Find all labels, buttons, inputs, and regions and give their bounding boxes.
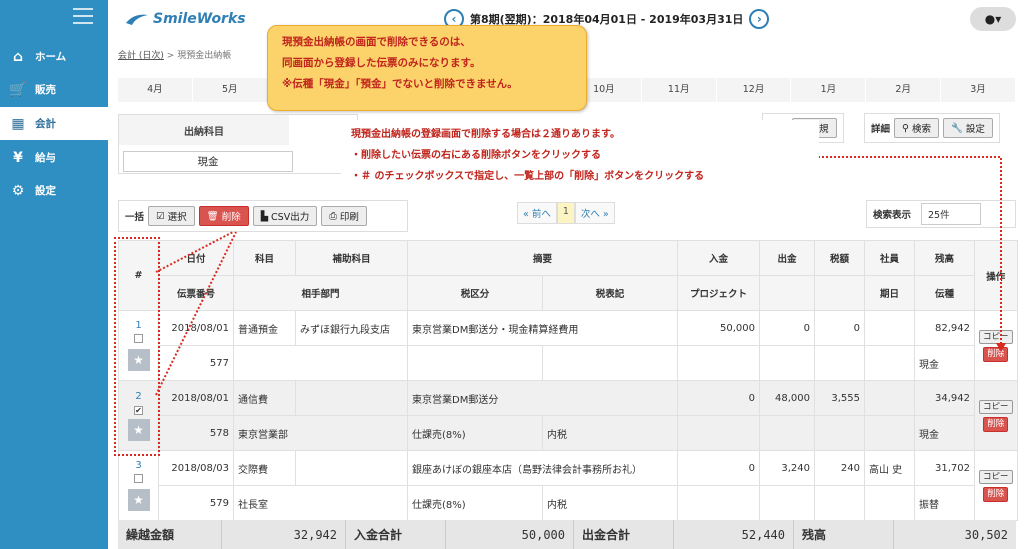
chevron-down-icon: ▾ <box>995 12 1002 26</box>
search-icon: ⚲ <box>902 122 909 134</box>
sidebar-item-settings[interactable]: ⚙ 設定 <box>0 174 108 207</box>
account-header: 出納科目 <box>119 115 289 145</box>
copy-button[interactable]: コピー <box>979 399 1013 414</box>
totals-bar: 繰越金額 32,942 入金合計 50,000 出金合計 52,440 残高 3… <box>118 520 1016 549</box>
next-page-button[interactable]: 次へ » <box>574 202 615 224</box>
current-page[interactable]: 1 <box>556 202 575 224</box>
bulk-delete-button[interactable]: 🗑 削除 <box>198 206 249 226</box>
settings-button[interactable]: 🔧 設定 <box>943 118 993 138</box>
sidebar-item-accounting[interactable]: ▦ 会計 <box>0 107 108 140</box>
table-header-row: # 日付 科目 補助科目 摘要 入金 出金 税額 社員 残高 操作 <box>118 240 1018 311</box>
table-row: 577 現金 <box>119 345 1018 381</box>
transactions-table: # 日付 科目 補助科目 摘要 入金 出金 税額 社員 残高 操作 伝票番号 相… <box>118 240 1018 521</box>
breadcrumb-current: 現預金出納帳 <box>177 51 232 61</box>
in-total: 50,000 <box>446 520 574 549</box>
chart-icon: ▙ <box>260 210 269 222</box>
month-tab[interactable]: 4月 <box>118 78 193 102</box>
row-delete-button[interactable]: 削除 <box>983 347 1009 362</box>
sidebar-item-home[interactable]: ⌂ ホーム <box>0 40 108 73</box>
sidebar-item-payroll[interactable]: ¥ 給与 <box>0 141 108 174</box>
callout-delete-methods: 現預金出納帳の登録画面で削除する場合は２通りあります。 ・削除したい伝票の右にあ… <box>341 120 819 194</box>
carry-amount: 32,942 <box>222 520 346 549</box>
table-row: 578 東京営業部 仕課売(8%) 内税 現金 <box>119 415 1018 451</box>
next-period-icon[interactable]: › <box>749 9 770 29</box>
search-button[interactable]: ⚲ 検索 <box>894 118 940 138</box>
account-panel: 出納科目 現金 <box>118 114 358 174</box>
bulk-actions: 一括 ☑ 選択 🗑 削除 ▙ CSV出力 ⎙ 印刷 <box>118 200 408 232</box>
callout-delete-restriction: 現預金出納帳の画面で削除できるのは、 同画面から登録した伝票のみになります。 ※… <box>267 25 587 111</box>
csv-export-button[interactable]: ▙ CSV出力 <box>252 206 318 226</box>
page-size-select[interactable]: 25件 <box>921 203 982 225</box>
sidebar: ⌂ ホーム 🛒 販売 ▦ 会計 ¥ 給与 ⚙ 設定 <box>0 0 108 549</box>
table-row: 2 ✔ ★ 2018/08/01 通信費 東京営業DM郵送分 0 48,000 3,… <box>118 380 1018 451</box>
month-tab[interactable]: 3月 <box>941 78 1016 102</box>
sidebar-item-label: 販売 <box>35 84 56 96</box>
printer-icon: ⎙ <box>329 210 337 222</box>
user-icon: ● <box>984 12 996 26</box>
row-delete-button[interactable]: 削除 <box>983 417 1009 432</box>
month-tab[interactable]: 5月 <box>193 78 268 102</box>
month-tab[interactable]: 2月 <box>866 78 942 102</box>
sidebar-item-label: 会計 <box>35 118 56 130</box>
pagination: « 前へ 1 次へ » <box>517 202 615 224</box>
copy-button[interactable]: コピー <box>979 469 1013 484</box>
table-header-row: 伝票番号 相手部門 税区分 税表記 プロジェクト 期日 伝種 <box>119 275 1018 311</box>
search-display-box: 検索表示 25件 <box>866 200 1016 228</box>
out-total: 52,440 <box>674 520 794 549</box>
sidebar-item-sales[interactable]: 🛒 販売 <box>0 73 108 106</box>
month-tab[interactable]: 1月 <box>791 78 867 102</box>
prev-page-button[interactable]: « 前へ <box>517 202 557 224</box>
sidebar-item-label: ホーム <box>35 51 67 63</box>
row-number-link[interactable]: 3 <box>123 460 154 471</box>
table-row: 579 社長室 仕課売(8%) 内税 振替 <box>119 485 1018 521</box>
trash-icon: 🗑 <box>206 210 219 222</box>
copy-button[interactable]: コピー <box>979 329 1013 344</box>
select-button[interactable]: ☑ 選択 <box>148 206 195 226</box>
smileworks-logo[interactable]: SmileWorks <box>124 9 246 29</box>
breadcrumb-link[interactable]: 会計 (日次) <box>118 51 164 61</box>
hamburger-menu-icon[interactable] <box>73 8 93 24</box>
checkbox-icon: ☑ <box>156 210 165 222</box>
annotation-highlight-checkbox-column <box>114 237 160 456</box>
cart-icon: 🛒 <box>9 81 27 98</box>
sidebar-item-label: 設定 <box>35 185 56 197</box>
calculator-icon: ▦ <box>11 115 25 132</box>
gear-icon: ⚙ <box>11 182 25 199</box>
sidebar-item-label: 給与 <box>35 152 56 164</box>
star-icon[interactable]: ★ <box>127 489 150 511</box>
user-menu-button[interactable]: ● ▾ <box>970 7 1016 31</box>
breadcrumb: 会計 (日次) > 現預金出納帳 <box>118 51 232 61</box>
table-row: 3 ★ 2018/08/03 交際費 銀座あけぼの銀座本店（島野法律会計事務所お礼… <box>118 450 1018 521</box>
row-checkbox[interactable] <box>134 474 143 483</box>
account-select[interactable]: 現金 <box>123 151 293 172</box>
home-icon: ⌂ <box>12 48 24 65</box>
wrench-icon: 🔧 <box>951 122 963 134</box>
month-tab[interactable]: 11月 <box>642 78 717 102</box>
logo-swoosh-icon <box>126 14 148 25</box>
table-row: 1 ★ 2018/08/01 普通預金 みずほ銀行九段支店 東京営業DM郵送分・現… <box>118 310 1018 381</box>
detail-box: 詳細 ⚲ 検索 🔧 設定 <box>864 113 1000 143</box>
print-button[interactable]: ⎙ 印刷 <box>321 206 367 226</box>
moneybag-icon: ¥ <box>13 149 23 166</box>
month-tab[interactable]: 12月 <box>717 78 792 102</box>
balance-total: 30,502 <box>964 527 1008 542</box>
row-delete-button[interactable]: 削除 <box>983 487 1009 502</box>
